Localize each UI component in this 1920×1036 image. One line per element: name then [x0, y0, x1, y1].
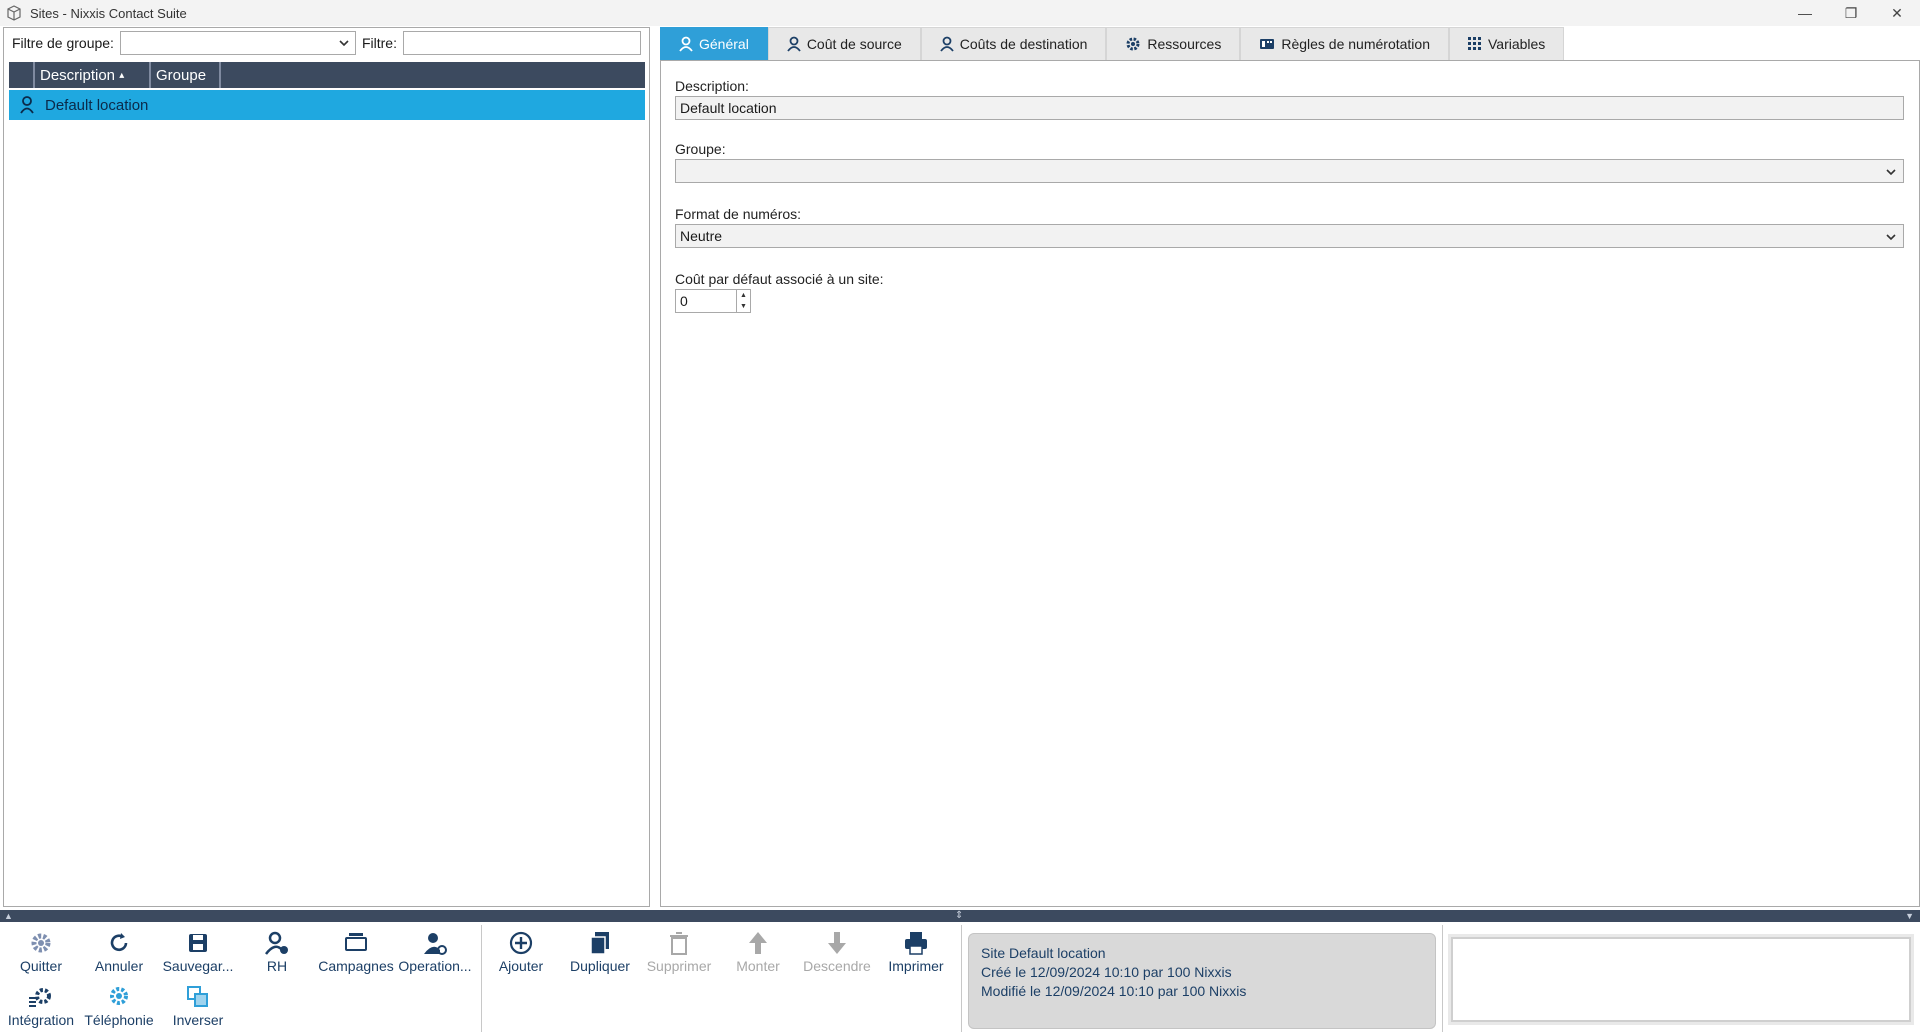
default-cost-stepper[interactable]: 0 ▲ ▼: [675, 289, 751, 313]
tab-general[interactable]: Général: [660, 27, 768, 60]
filter-row: Filtre de groupe: Filtre:: [4, 28, 649, 58]
dial-icon: [1260, 39, 1275, 49]
quit-button[interactable]: Quitter: [1, 930, 81, 982]
restore-button[interactable]: ❐: [1828, 0, 1874, 26]
integration-button[interactable]: Intégration: [1, 984, 81, 1036]
operations-button[interactable]: Operation...: [395, 930, 475, 982]
user-icon: [679, 36, 693, 52]
empty-panel: [1451, 937, 1911, 1022]
title-bar: Sites - Nixxis Contact Suite — ❐ ✕: [0, 0, 1920, 26]
number-format-select[interactable]: Neutre: [675, 224, 1904, 248]
toolbar-separator: [1442, 925, 1443, 1032]
location-user-icon: [20, 96, 34, 114]
plus-circle-icon: [509, 931, 533, 955]
telephony-gear-icon: [110, 987, 128, 1005]
row-description: Default location: [45, 96, 149, 114]
sites-list-panel: Filtre de groupe: Filtre: Description ▴ …: [3, 27, 650, 907]
campaigns-icon: [345, 933, 367, 951]
column-header-group[interactable]: Groupe: [151, 62, 221, 88]
tab-dialing-rules[interactable]: Règles de numérotation: [1240, 27, 1449, 60]
telephony-button[interactable]: Téléphonie: [79, 984, 159, 1036]
chevron-down-icon: [1886, 234, 1896, 241]
description-label: Description:: [675, 78, 749, 94]
tab-source-cost[interactable]: Coût de source: [767, 27, 921, 60]
arrow-down-icon: [828, 932, 846, 954]
user-icon: [940, 36, 954, 52]
stepper-down-button[interactable]: ▼: [737, 301, 750, 312]
horizontal-splitter[interactable]: ▲ ⇕ ▼: [0, 910, 1920, 922]
record-info-box: Site Default location Créé le 12/09/2024…: [968, 933, 1436, 1029]
minimize-button[interactable]: —: [1782, 0, 1828, 26]
info-modified: Modifié le 12/09/2024 10:10 par 100 Nixx…: [981, 983, 1247, 999]
tab-destination-costs[interactable]: Coûts de destination: [920, 27, 1107, 60]
detail-tabs: Général Coût de source Coûts de destinat…: [660, 27, 1565, 60]
number-format-label: Format de numéros:: [675, 206, 802, 222]
group-label: Groupe:: [675, 141, 726, 157]
move-up-button[interactable]: Monter: [718, 930, 798, 982]
table-row[interactable]: Default location: [9, 90, 645, 120]
arrow-up-icon: [749, 932, 767, 954]
collapse-down-icon[interactable]: ▼: [1905, 911, 1914, 921]
info-site-name: Site Default location: [981, 945, 1106, 961]
campaigns-button[interactable]: Campagnes: [316, 930, 396, 982]
stepper-up-button[interactable]: ▲: [737, 290, 750, 301]
general-tab-content: Description: Default location Groupe: Fo…: [660, 60, 1920, 907]
add-button[interactable]: Ajouter: [481, 930, 561, 982]
grid-icon: [1467, 37, 1481, 50]
integration-gear-icon: [29, 988, 51, 1007]
toolbar-separator: [961, 925, 962, 1032]
app-cube-icon: [7, 5, 21, 21]
group-filter-label: Filtre de groupe:: [12, 35, 114, 51]
save-icon: [189, 934, 207, 952]
window-title: Sites - Nixxis Contact Suite: [30, 5, 187, 21]
description-input[interactable]: Default location: [675, 96, 1904, 120]
gear-icon: [1126, 37, 1140, 51]
print-button[interactable]: Imprimer: [876, 930, 956, 982]
chevron-down-icon: [339, 40, 349, 47]
group-filter-combo[interactable]: [119, 31, 356, 55]
duplicate-button[interactable]: Dupliquer: [560, 930, 640, 982]
grid-header-indicator: [9, 62, 35, 88]
close-button[interactable]: ✕: [1874, 0, 1920, 26]
text-filter-input[interactable]: [402, 31, 641, 55]
default-cost-label: Coût par défaut associé à un site:: [675, 271, 884, 287]
grid-header: Description ▴ Groupe: [9, 62, 645, 88]
user-icon: [787, 36, 801, 52]
duplicate-icon: [590, 932, 609, 955]
tab-resources[interactable]: Ressources: [1106, 27, 1241, 60]
printer-icon: [905, 932, 927, 955]
hr-button[interactable]: RH: [237, 930, 317, 982]
group-select[interactable]: [675, 159, 1904, 183]
sort-asc-icon: ▴: [119, 69, 125, 81]
resize-grip-icon[interactable]: ⇕: [955, 910, 963, 921]
save-button[interactable]: Sauvegar...: [158, 930, 238, 982]
move-down-button[interactable]: Descendre: [797, 930, 877, 982]
tab-variables[interactable]: Variables: [1448, 27, 1565, 60]
chevron-down-icon: [1886, 169, 1896, 176]
text-filter-label: Filtre:: [361, 35, 397, 51]
refresh-icon: [110, 933, 128, 952]
invert-button[interactable]: Inverser: [158, 984, 238, 1036]
info-created: Créé le 12/09/2024 10:10 par 100 Nixxis: [981, 964, 1232, 980]
quit-gear-icon: [31, 933, 51, 953]
user-gear-icon: [265, 931, 288, 955]
trash-icon: [670, 932, 688, 955]
column-header-description[interactable]: Description ▴: [35, 62, 151, 88]
collapse-up-icon[interactable]: ▲: [4, 911, 13, 921]
delete-button[interactable]: Supprimer: [639, 930, 719, 982]
invert-icon: [187, 986, 208, 1007]
operations-user-gear-icon: [424, 933, 447, 955]
cancel-button[interactable]: Annuler: [79, 930, 159, 982]
